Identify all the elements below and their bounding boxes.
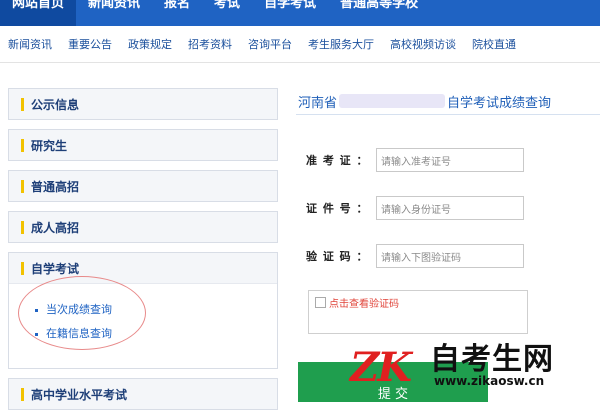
form-row-ticket: 准 考 证 ： 请输入准考证号: [306, 148, 524, 172]
link-enrollment-info-query[interactable]: 在籍信息查询: [35, 322, 277, 346]
subnav-item-direct[interactable]: 院校直通: [464, 36, 524, 52]
bullet-icon: [35, 332, 38, 336]
watermark-title: 自考生网: [430, 342, 554, 377]
subnav-item-notices[interactable]: 重要公告: [60, 36, 120, 52]
form-row-captcha: 验 证 码 ： 请输入下图验证码: [306, 244, 524, 268]
sidebar-panel-graduate[interactable]: 研究生: [8, 129, 278, 161]
link-label: 当次成绩查询: [46, 303, 112, 316]
ticket-number-input[interactable]: 请输入准考证号: [376, 148, 524, 172]
subnav-item-policies[interactable]: 政策规定: [120, 36, 180, 52]
panel-marker: [21, 179, 24, 193]
broken-image-icon: [315, 297, 326, 308]
subnav-item-video[interactable]: 高校视频访谈: [382, 36, 464, 52]
sidebar-panel-self-study: 自学考试 当次成绩查询 在籍信息查询: [8, 252, 278, 369]
captcha-link-text: 点击查看验证码: [329, 299, 399, 310]
sidebar-panel-public-info[interactable]: 公示信息: [8, 88, 278, 120]
panel-marker: [21, 97, 24, 111]
ticket-label: 准 考 证 ：: [306, 154, 369, 167]
form-row-id: 证 件 号 ： 请输入身份证号: [306, 196, 524, 220]
topnav-item-college[interactable]: 普通高等学校: [328, 0, 430, 26]
site-watermark: ZK 自考生网 www.zikaosw.cn: [350, 334, 598, 400]
panel-marker: [21, 261, 24, 275]
watermark-logo: ZK: [350, 344, 412, 391]
redacted-text: [339, 94, 446, 108]
bullet-icon: [35, 308, 38, 312]
captcha-label: 验 证 码 ：: [306, 250, 369, 263]
sidebar-panel-high-school-test[interactable]: 高中学业水平考试: [8, 378, 278, 410]
watermark-url: www.zikaosw.cn: [434, 374, 545, 388]
topnav-item-exam[interactable]: 考试: [202, 0, 252, 26]
panel-marker: [21, 220, 24, 234]
captcha-image[interactable]: 点击查看验证码: [315, 295, 521, 310]
link-label: 在籍信息查询: [46, 327, 112, 340]
title-suffix: 自学考试成绩查询: [447, 95, 552, 111]
sidebar-panel-head[interactable]: 自学考试: [9, 253, 277, 284]
topnav-item-news[interactable]: 新闻资讯: [76, 0, 152, 26]
id-number-input[interactable]: 请输入身份证号: [376, 196, 524, 220]
topnav-item-selfstudy[interactable]: 自学考试: [252, 0, 328, 26]
captcha-image-box[interactable]: 点击查看验证码: [308, 290, 528, 334]
captcha-input[interactable]: 请输入下图验证码: [376, 244, 524, 268]
id-label: 证 件 号 ：: [306, 202, 369, 215]
title-prefix: 河南省: [298, 95, 338, 111]
top-nav: 网站首页 新闻资讯 报名 考试 自学考试 普通高等学校: [0, 0, 600, 26]
subnav-item-consult[interactable]: 咨询平台: [240, 36, 300, 52]
subnav-item-materials[interactable]: 招考资料: [180, 36, 240, 52]
page-title: 河南省 自学考试成绩查询: [296, 88, 600, 115]
sidebar-panel-label: 研究生: [31, 138, 68, 153]
sidebar-panel-label: 普通高招: [31, 179, 80, 194]
sub-nav: 新闻资讯 重要公告 政策规定 招考资料 咨询平台 考生服务大厅 高校视频访谈 院…: [0, 26, 600, 63]
sidebar-panel-label: 自学考试: [31, 261, 80, 276]
sidebar-panel-adult-admission[interactable]: 成人高招: [8, 211, 278, 243]
subnav-item-news[interactable]: 新闻资讯: [0, 36, 60, 52]
panel-marker: [21, 387, 24, 401]
link-current-score-query[interactable]: 当次成绩查询: [35, 298, 277, 322]
panel-marker: [21, 138, 24, 152]
subnav-item-service-hall[interactable]: 考生服务大厅: [300, 36, 382, 52]
sidebar-panel-label: 公示信息: [31, 97, 80, 112]
self-study-links: 当次成绩查询 在籍信息查询: [9, 284, 277, 368]
sidebar-panel-general-admission[interactable]: 普通高招: [8, 170, 278, 202]
sidebar-panel-label: 成人高招: [31, 220, 80, 235]
sidebar: 公示信息 研究生 普通高招 成人高招 自学考试 当次成绩查询 在籍信息查询 高中…: [8, 88, 278, 419]
topnav-item-home[interactable]: 网站首页: [0, 0, 77, 26]
topnav-item-register[interactable]: 报名: [152, 0, 202, 26]
